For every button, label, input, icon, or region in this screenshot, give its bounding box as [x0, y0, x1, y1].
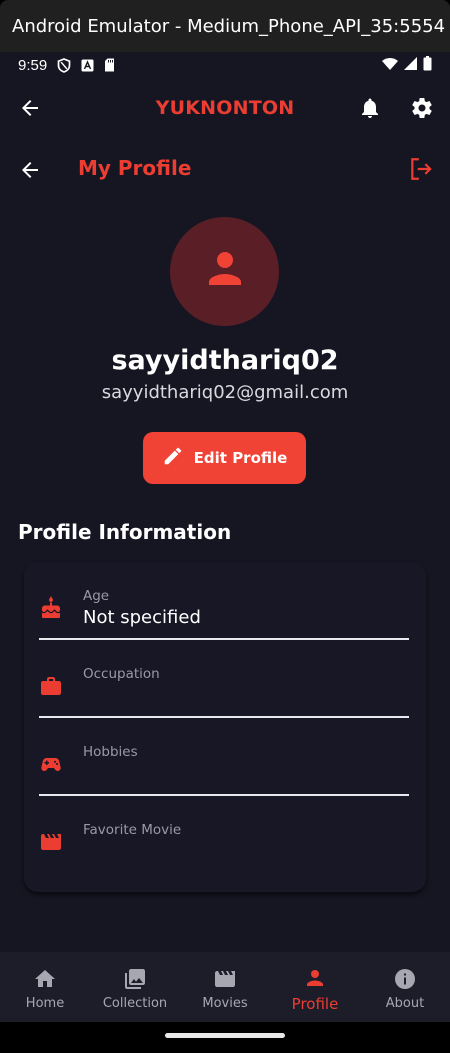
notification-bell-icon[interactable] [358, 96, 382, 120]
profile-header: My Profile [0, 142, 450, 198]
page-title: My Profile [78, 156, 192, 180]
nav-item-collection[interactable]: Collection [90, 952, 180, 1022]
profile-back-arrow-icon[interactable] [18, 158, 42, 182]
profile-email: sayyidthariq02@gmail.com [101, 382, 349, 403]
app-bar: YUKNONTON [0, 80, 450, 136]
edit-profile-label: Edit Profile [193, 449, 288, 467]
hobbies-label: Hobbies [83, 744, 138, 760]
person-avatar-icon [201, 245, 249, 298]
logout-icon[interactable] [408, 156, 434, 182]
nav-item-profile[interactable]: Profile [270, 952, 360, 1022]
movie-clapper-icon [213, 967, 237, 991]
home-icon [33, 967, 57, 991]
accessibility-app-icon [81, 59, 94, 72]
profile-information-card: Age Not specified Occupation Hobbies Fav… [24, 562, 426, 892]
favorite-movie-field[interactable]: Favorite Movie [39, 796, 409, 866]
age-field[interactable]: Age Not specified [39, 562, 409, 640]
gesture-handle[interactable] [165, 1033, 285, 1038]
battery-icon [423, 56, 432, 74]
favorite-movie-label: Favorite Movie [83, 822, 182, 838]
person-icon [303, 966, 327, 990]
gesture-navigation-area [0, 1022, 450, 1053]
edit-profile-button[interactable]: Edit Profile [143, 432, 306, 484]
status-time: 9:59 [18, 56, 48, 74]
hobbies-field[interactable]: Hobbies [39, 718, 409, 796]
pencil-icon [162, 445, 184, 471]
avatar[interactable] [170, 217, 279, 326]
sd-card-icon [104, 58, 115, 72]
movie-clapper-icon [39, 830, 63, 854]
occupation-field[interactable]: Occupation [39, 640, 409, 718]
age-value: Not specified [83, 607, 201, 628]
status-bar: 9:59 [0, 52, 450, 78]
occupation-label: Occupation [83, 666, 160, 682]
emulator-window-title: Android Emulator - Medium_Phone_API_35:5… [0, 0, 450, 52]
nav-label-collection: Collection [102, 996, 168, 1011]
nav-item-movies[interactable]: Movies [180, 952, 270, 1022]
info-icon [393, 967, 417, 991]
profile-information-heading: Profile Information [18, 520, 232, 544]
shield-icon [57, 57, 71, 73]
nav-label-movies: Movies [202, 996, 248, 1011]
cake-icon [39, 596, 63, 620]
app-title: YUKNONTON [155, 97, 295, 119]
window-title-text: Android Emulator - Medium_Phone_API_35:5… [12, 15, 446, 37]
wifi-icon [382, 57, 398, 73]
photo-library-icon [123, 967, 147, 991]
gamepad-icon [39, 752, 63, 776]
nav-label-home: Home [25, 996, 65, 1011]
nav-label-profile: Profile [291, 995, 339, 1013]
nav-item-about[interactable]: About [360, 952, 450, 1022]
age-label: Age [83, 588, 110, 604]
settings-gear-icon[interactable] [410, 96, 434, 120]
nav-item-home[interactable]: Home [0, 952, 90, 1022]
bottom-navigation: Home Collection Movies Profile About [0, 952, 450, 1022]
back-arrow-icon[interactable] [18, 96, 42, 120]
profile-username: sayyidthariq02 [111, 345, 339, 376]
cell-signal-icon [404, 57, 417, 73]
phone-screen: 9:59 YUKNONTON My Profile sayyidthariq02… [0, 52, 450, 1053]
briefcase-icon [39, 674, 63, 698]
nav-label-about: About [385, 996, 425, 1011]
